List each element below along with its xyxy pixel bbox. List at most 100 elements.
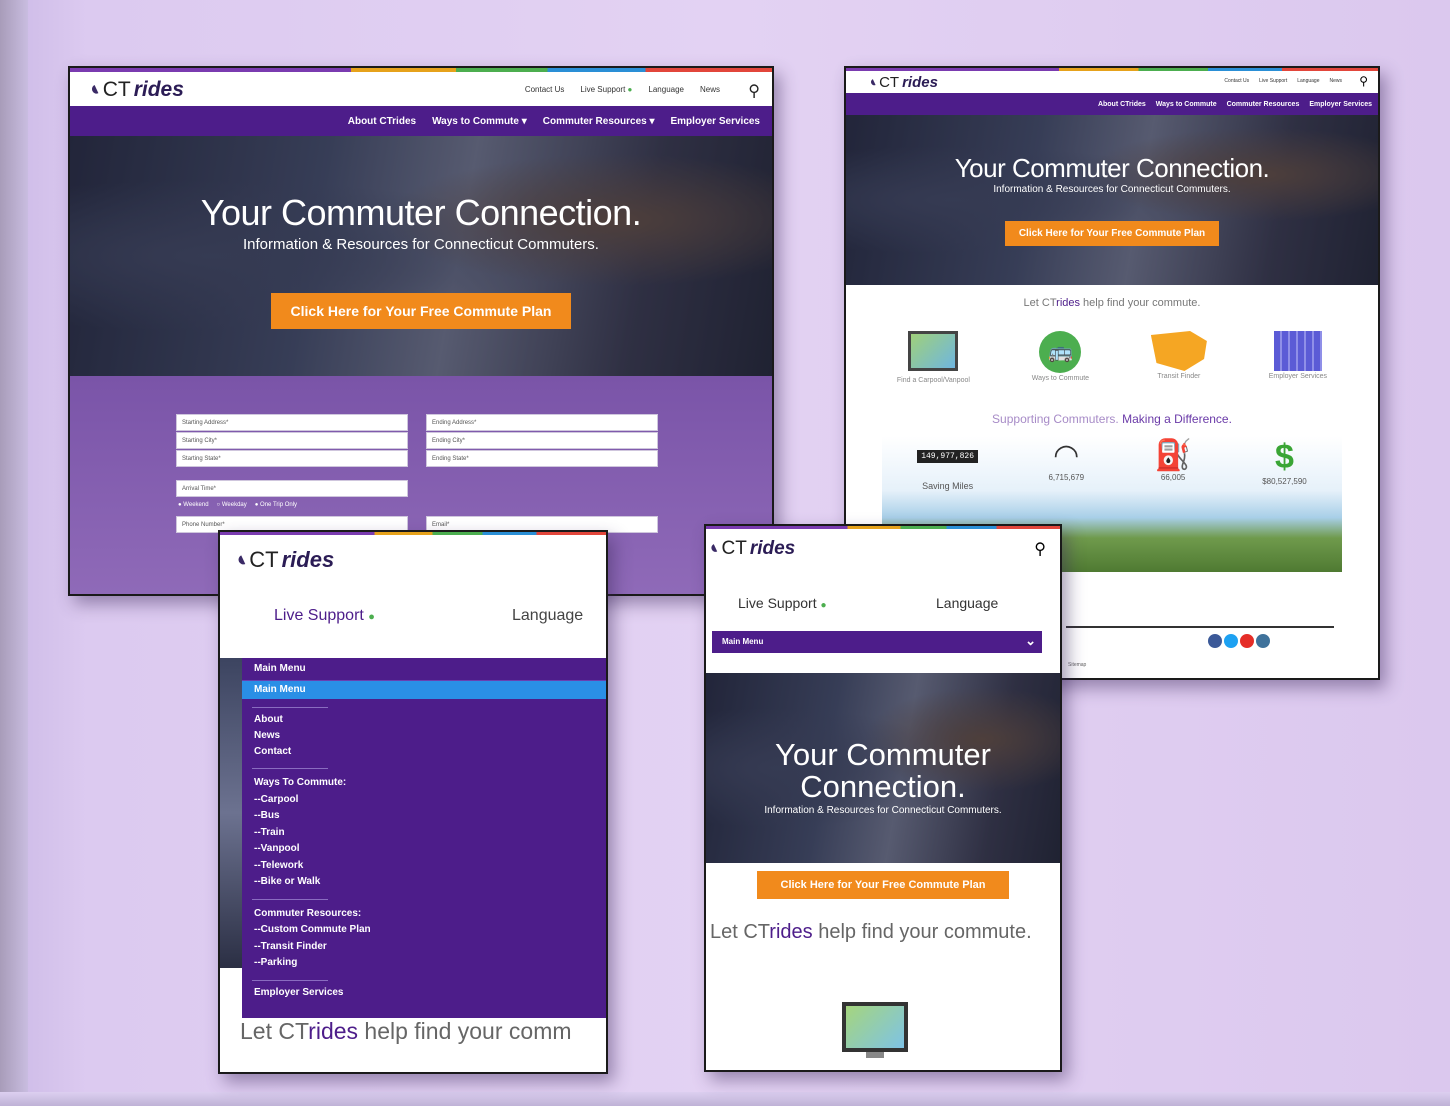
nav-about-ctrides[interactable]: About CTrides — [348, 116, 416, 127]
arrival-time-field[interactable]: Arrival Time* — [176, 480, 408, 497]
menu-divider — [252, 979, 328, 981]
bus-car-circle-icon: 🚌 — [1039, 331, 1082, 373]
nav-employer-services[interactable]: Employer Services — [671, 116, 761, 127]
menu-item-commuter-resources[interactable]: Commuter Resources: — [254, 906, 606, 923]
hero-title-line-2: Connection. — [800, 769, 966, 804]
mobile-screenshot-menu: ◖ CT rides Live Support ● Language Main … — [218, 530, 608, 1074]
ctrides-logo[interactable]: ◖ CT rides — [84, 76, 184, 102]
nav-commuter-resources[interactable]: Commuter Resources — [1227, 101, 1300, 108]
contact-us-link[interactable]: Contact Us — [525, 85, 565, 94]
dropdown-chevron-icon: ▾ — [521, 115, 527, 127]
menu-item-parking[interactable]: --Parking — [254, 955, 606, 972]
search-icon[interactable]: ⚲ — [748, 81, 760, 101]
search-icon[interactable]: ⚲ — [1034, 539, 1046, 559]
monitor-stand — [866, 1052, 884, 1058]
starting-city-field[interactable]: Starting City* — [176, 432, 408, 449]
live-support-link[interactable]: Live Support ● — [738, 595, 827, 611]
main-menu-toggle[interactable]: Main Menu ⌄ — [712, 631, 1042, 653]
mobile-utility-row: Live Support ● Language — [706, 569, 1060, 619]
menu-item-bike-or-walk[interactable]: --Bike or Walk — [254, 874, 606, 891]
menu-item-news[interactable]: News — [254, 728, 606, 744]
main-menu-selected-option[interactable]: Main Menu — [242, 681, 606, 699]
dropdown-chevron-icon: ▾ — [649, 115, 655, 127]
sitemap-link[interactable]: Sitemap — [1068, 662, 1086, 668]
connecticut-map-icon — [1150, 331, 1207, 371]
ending-state-field[interactable]: Ending State* — [426, 450, 658, 467]
weekend-radio[interactable]: ● Weekend — [178, 502, 209, 508]
menu-item-transit-finder[interactable]: --Transit Finder — [254, 939, 606, 956]
nav-ways-to-commute[interactable]: Ways to Commute ▾ — [432, 116, 527, 127]
main-nav-bar: About CTrides Ways to Commute ▾ Commuter… — [70, 106, 772, 136]
hero-content: Your Commuter Connection. Information & … — [846, 115, 1378, 246]
feature-ways-to-commute[interactable]: 🚌 Ways to Commute — [1032, 331, 1089, 384]
free-commute-plan-button[interactable]: Click Here for Your Free Commute Plan — [270, 293, 572, 329]
stat-money: $ $80,527,590 — [1262, 438, 1307, 486]
live-support-link[interactable]: Live Support ● — [274, 607, 375, 625]
one-trip-radio[interactable]: ● One Trip Only — [255, 502, 297, 508]
feature-employer-services[interactable]: Employer Services — [1269, 331, 1327, 384]
weekday-radio[interactable]: ○ Weekday — [217, 502, 247, 508]
live-support-link[interactable]: Live Support — [1259, 78, 1287, 84]
site-header: ◖ CT rides — [220, 535, 606, 575]
news-link[interactable]: News — [1329, 78, 1342, 84]
free-commute-plan-button[interactable]: Click Here for Your Free Commute Plan — [1004, 221, 1220, 246]
free-commute-plan-button[interactable]: Click Here for Your Free Commute Plan — [756, 871, 1010, 899]
nav-employer-services[interactable]: Employer Services — [1309, 101, 1372, 108]
feature-icons-row: Find a Carpool/Vanpool 🚌 Ways to Commute… — [846, 331, 1378, 384]
search-icon[interactable]: ⚲ — [1359, 74, 1368, 88]
menu-item-carpool[interactable]: --Carpool — [254, 792, 606, 809]
menu-item-vanpool[interactable]: --Vanpool — [254, 841, 606, 858]
facebook-icon[interactable] — [1208, 634, 1222, 648]
menu-group-general: About News Contact — [242, 712, 606, 760]
youtube-icon[interactable] — [1240, 634, 1254, 648]
menu-item-employer-services[interactable]: Employer Services — [242, 987, 606, 998]
backdrop-bottom-edge — [0, 1092, 1450, 1106]
trip-type-options: ● Weekend ○ Weekday ● One Trip Only — [178, 502, 297, 508]
menu-item-bus[interactable]: --Bus — [254, 808, 606, 825]
menu-item-telework[interactable]: --Telework — [254, 858, 606, 875]
instagram-icon[interactable] — [1256, 634, 1270, 648]
hero-title: Your Commuter Connection. — [200, 192, 642, 233]
leaf-logo-icon: ◖ — [864, 72, 881, 93]
menu-item-ways-to-commute[interactable]: Ways To Commute: — [254, 775, 606, 792]
menu-item-custom-commute-plan[interactable]: --Custom Commute Plan — [254, 922, 606, 939]
starting-address-field[interactable]: Starting Address* — [176, 414, 408, 431]
hero-subtitle: Information & Resources for Connecticut … — [764, 805, 1002, 816]
top-utility-links: Contact Us Live Support Language News — [1224, 78, 1342, 84]
ending-city-field[interactable]: Ending City* — [426, 432, 658, 449]
language-link[interactable]: Language — [1297, 78, 1319, 84]
language-link[interactable]: Language — [512, 607, 583, 625]
main-menu-header[interactable]: Main Menu — [242, 658, 606, 681]
top-utility-links: Contact Us Live Support ● Language News — [525, 85, 720, 94]
menu-item-train[interactable]: --Train — [254, 825, 606, 842]
intro-text: Let CTrides help find your comm — [240, 1018, 572, 1044]
footer-divider — [1066, 626, 1334, 628]
menu-divider — [252, 768, 328, 769]
language-link[interactable]: Language — [936, 595, 998, 611]
contact-us-link[interactable]: Contact Us — [1224, 78, 1249, 84]
social-icons — [1208, 634, 1270, 648]
ending-address-field[interactable]: Ending Address* — [426, 414, 658, 431]
feature-transit-finder[interactable]: Transit Finder — [1150, 331, 1207, 384]
nav-commuter-resources[interactable]: Commuter Resources ▾ — [543, 116, 655, 127]
menu-item-about[interactable]: About — [254, 712, 606, 728]
nav-about-ctrides[interactable]: About CTrides — [1098, 101, 1146, 108]
menu-item-contact[interactable]: Contact — [254, 744, 606, 760]
ctrides-logo[interactable]: ◖ CT rides — [229, 545, 334, 573]
nav-ways-to-commute[interactable]: Ways to Commute — [1156, 101, 1217, 108]
twitter-icon[interactable] — [1224, 634, 1238, 648]
dollar-sign-icon: $ — [1275, 438, 1294, 476]
starting-state-field[interactable]: Starting State* — [176, 450, 408, 467]
language-link[interactable]: Language — [648, 85, 684, 94]
site-header: ◖ CT rides ⚲ — [706, 529, 1060, 569]
news-link[interactable]: News — [700, 85, 720, 94]
feature-carpool[interactable]: Find a Carpool/Vanpool — [897, 331, 970, 384]
left-hero-sliver — [220, 658, 242, 968]
ctrides-logo[interactable]: ◖ CT rides — [864, 72, 938, 93]
backdrop-left-edge — [0, 0, 28, 1106]
odometer-icon: 149,977,826 — [917, 450, 979, 463]
cta-wrapper: Click Here for Your Free Commute Plan — [706, 871, 1060, 899]
mobile-screenshot-home: ◖ CT rides ⚲ Live Support ● Language Mai… — [704, 524, 1062, 1072]
ctrides-logo[interactable]: ◖ CT rides — [706, 537, 795, 561]
live-support-link[interactable]: Live Support ● — [580, 85, 632, 94]
